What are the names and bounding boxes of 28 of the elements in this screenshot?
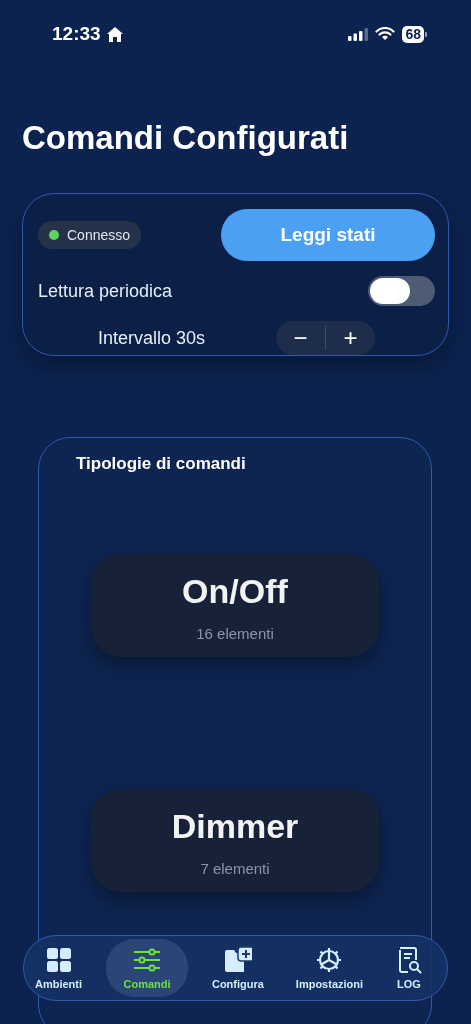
panel-title: Tipologie di comandi xyxy=(76,454,246,474)
element-count: 16 elementi xyxy=(196,625,274,642)
home-icon xyxy=(105,25,124,43)
increment-button[interactable]: + xyxy=(326,321,375,355)
decrement-button[interactable]: − xyxy=(276,321,325,355)
toggle-switch[interactable] xyxy=(368,276,435,306)
tab[interactable]: Ambienti xyxy=(27,939,91,997)
tab[interactable]: Comandi xyxy=(106,939,188,997)
signal-icon xyxy=(348,27,369,41)
sliders-icon xyxy=(133,946,161,974)
type-name: On/Off xyxy=(182,572,288,611)
setting-label: Lettura periodica xyxy=(38,280,173,302)
tab[interactable]: Impostazioni xyxy=(287,939,372,997)
gear-icon xyxy=(315,946,344,974)
connection-status: Connesso xyxy=(38,221,142,249)
grid-icon xyxy=(44,946,73,974)
tab[interactable]: Configura xyxy=(203,939,272,997)
battery-level: 68 xyxy=(402,25,424,43)
element-count: 7 elementi xyxy=(200,860,270,877)
command-type-card[interactable]: Dimmer 7 elementi xyxy=(91,789,379,892)
interval-label: Intervallo 30s xyxy=(98,327,207,349)
clock-time: 12:33 xyxy=(52,23,101,45)
command-type-card[interactable]: On/Off 16 elementi xyxy=(91,554,379,657)
wifi-icon xyxy=(375,27,396,41)
type-name: Dimmer xyxy=(171,807,299,846)
tab[interactable]: LOG xyxy=(387,939,431,997)
folder-plus-icon xyxy=(223,946,252,974)
page-title: Comandi Configurati xyxy=(22,119,350,157)
